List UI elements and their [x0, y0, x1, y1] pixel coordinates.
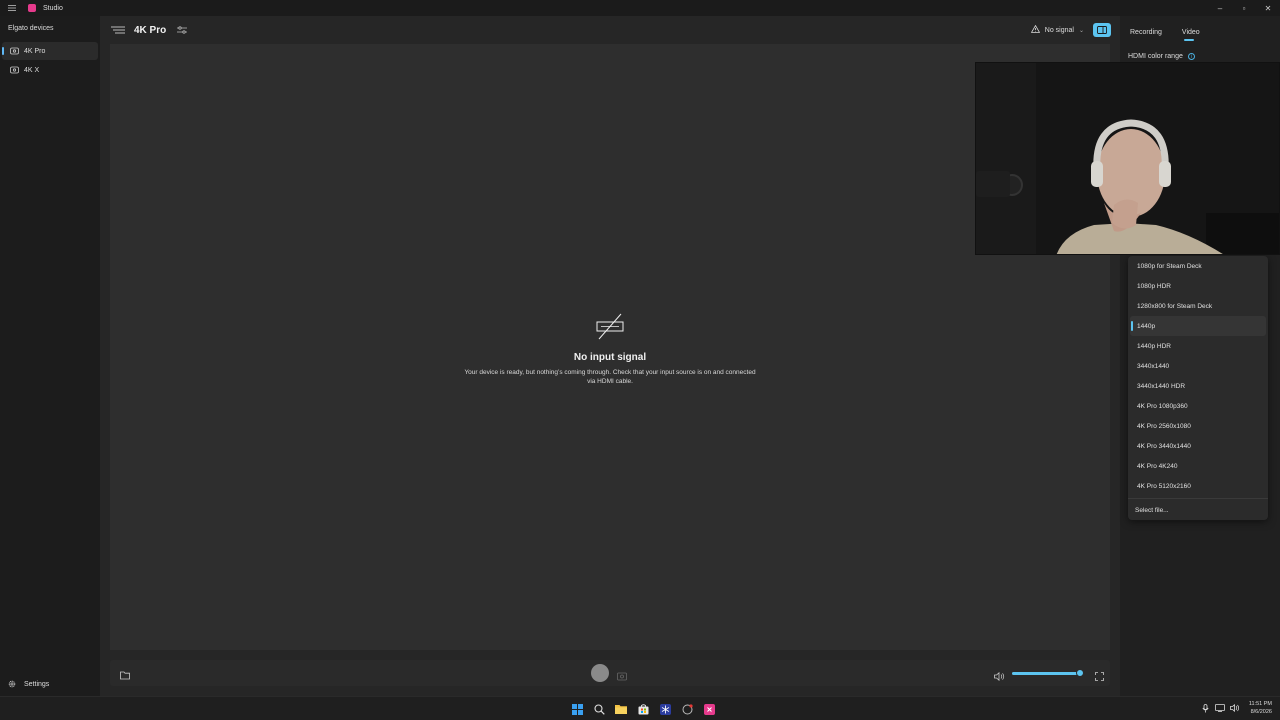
browser-icon[interactable] [676, 701, 698, 717]
no-signal-description-line: Your device is ready, but nothing’s comi… [464, 369, 756, 376]
adjust-settings-icon[interactable] [174, 23, 190, 37]
dropdown-option[interactable]: 4K Pro 3440x1440 [1130, 436, 1266, 456]
dropdown-option[interactable]: 4K Pro 2560x1080 [1130, 416, 1266, 436]
signal-status-label: No signal [1044, 26, 1074, 34]
dropdown-option-selected[interactable]: 1440p [1130, 316, 1266, 336]
hdmi-color-range-setting: HDMI color range i [1128, 53, 1195, 60]
speaker-icon[interactable] [1228, 700, 1243, 716]
capture-device-icon [10, 47, 19, 57]
dropdown-option[interactable]: 1080p for Steam Deck [1130, 256, 1266, 276]
main-area: 4K Pro No signal ⌄ No input signal Your … [100, 16, 1120, 696]
sidebar-item-label: 4K Pro [24, 47, 46, 55]
sidebar-item-label: 4K X [24, 66, 40, 74]
maximize-button[interactable]: ▫ [1232, 0, 1256, 16]
tab-video[interactable]: Video [1172, 26, 1210, 41]
clock-date: 8/6/2026 [1250, 709, 1272, 715]
dropdown-option[interactable]: 4K Pro 1080p360 [1130, 396, 1266, 416]
window-title: Studio [43, 4, 63, 12]
settings-button[interactable]: Settings [0, 672, 100, 696]
hdmi-color-range-label: HDMI color range [1128, 53, 1183, 60]
top-bar: 4K Pro No signal ⌄ [100, 16, 1120, 44]
clock-time: 11:51 PM [1248, 701, 1272, 707]
chevron-down-icon: ⌄ [1078, 27, 1084, 34]
dropdown-divider [1128, 498, 1268, 499]
microphone-icon[interactable] [1198, 700, 1213, 716]
no-signal-icon [594, 312, 626, 347]
bottom-control-bar [110, 660, 1110, 686]
warning-icon [1030, 24, 1040, 35]
no-signal-description: Your device is ready, but nothing’s comi… [450, 368, 770, 386]
select-file-option[interactable]: Select file... [1128, 501, 1268, 519]
volume-icon[interactable] [994, 668, 1005, 686]
volume-slider-knob[interactable] [1076, 669, 1085, 677]
video-preview: No input signal Your device is ready, bu… [110, 44, 1110, 650]
studio-taskbar-icon[interactable] [698, 701, 720, 717]
dropdown-option[interactable]: 1440p HDR [1130, 336, 1266, 356]
file-explorer-icon[interactable] [610, 701, 632, 717]
capture-device-icon [10, 66, 19, 76]
device-list-toggle-icon[interactable] [110, 24, 126, 36]
gear-icon [8, 680, 16, 690]
window-controls: – ▫ ✕ [1208, 0, 1280, 16]
device-title: 4K Pro [134, 24, 167, 36]
network-icon[interactable] [1213, 700, 1228, 716]
volume-slider-fill [1012, 672, 1081, 675]
sidebar-heading: Elgato devices [8, 25, 54, 32]
dropdown-option[interactable]: 4K Pro 4K240 [1130, 456, 1266, 476]
dropdown-option[interactable]: 4K Pro 5120x2160 [1130, 476, 1266, 496]
tab-recording[interactable]: Recording [1120, 26, 1172, 39]
studio-app-icon [28, 4, 36, 12]
minimize-button[interactable]: – [1208, 0, 1232, 16]
folder-icon[interactable] [120, 667, 130, 685]
sidebar-item-4k-pro[interactable]: 4K Pro [2, 42, 98, 60]
webcam-overlay [975, 62, 1280, 255]
store-icon[interactable] [632, 701, 654, 717]
dropdown-option[interactable]: 1280x800 for Steam Deck [1130, 296, 1266, 316]
sidebar-item-4k-x[interactable]: 4K X [2, 61, 98, 79]
taskbar-apps [566, 701, 720, 717]
record-button[interactable] [591, 664, 609, 682]
info-icon[interactable]: i [1187, 53, 1195, 60]
taskbar: 11:51 PM 8/6/2026 [0, 696, 1280, 720]
settings-label: Settings [24, 680, 50, 688]
title-bar: Studio – ▫ ✕ [0, 0, 1280, 16]
snowflake-app-icon[interactable] [654, 701, 676, 717]
fullscreen-icon[interactable] [1095, 668, 1104, 686]
no-signal-description-line: via HDMI cable. [587, 378, 633, 385]
system-tray: 11:51 PM 8/6/2026 [1198, 700, 1272, 716]
signal-status-dropdown[interactable]: No signal ⌄ [1025, 22, 1090, 38]
close-button[interactable]: ✕ [1256, 0, 1280, 16]
no-signal-title: No input signal [573, 352, 647, 363]
dropdown-option[interactable]: 3440x1440 HDR [1130, 376, 1266, 396]
toggle-panel-button[interactable] [1093, 23, 1111, 37]
dropdown-option[interactable]: 1080p HDR [1130, 276, 1266, 296]
screenshot-icon[interactable] [617, 668, 627, 686]
sidebar: Elgato devices 4K Pro 4K X Settings [0, 16, 100, 696]
edid-preset-dropdown: 1080p for Steam Deck 1080p HDR 1280x800 … [1128, 256, 1268, 520]
search-icon[interactable] [588, 701, 610, 717]
start-windows-icon[interactable] [566, 701, 588, 717]
hamburger-menu-icon[interactable] [0, 0, 24, 16]
panel-tabs: Recording Video [1120, 26, 1210, 41]
system-clock[interactable]: 11:51 PM 8/6/2026 [1249, 700, 1272, 716]
volume-slider[interactable] [1012, 669, 1085, 677]
dropdown-option[interactable]: 3440x1440 [1130, 356, 1266, 376]
